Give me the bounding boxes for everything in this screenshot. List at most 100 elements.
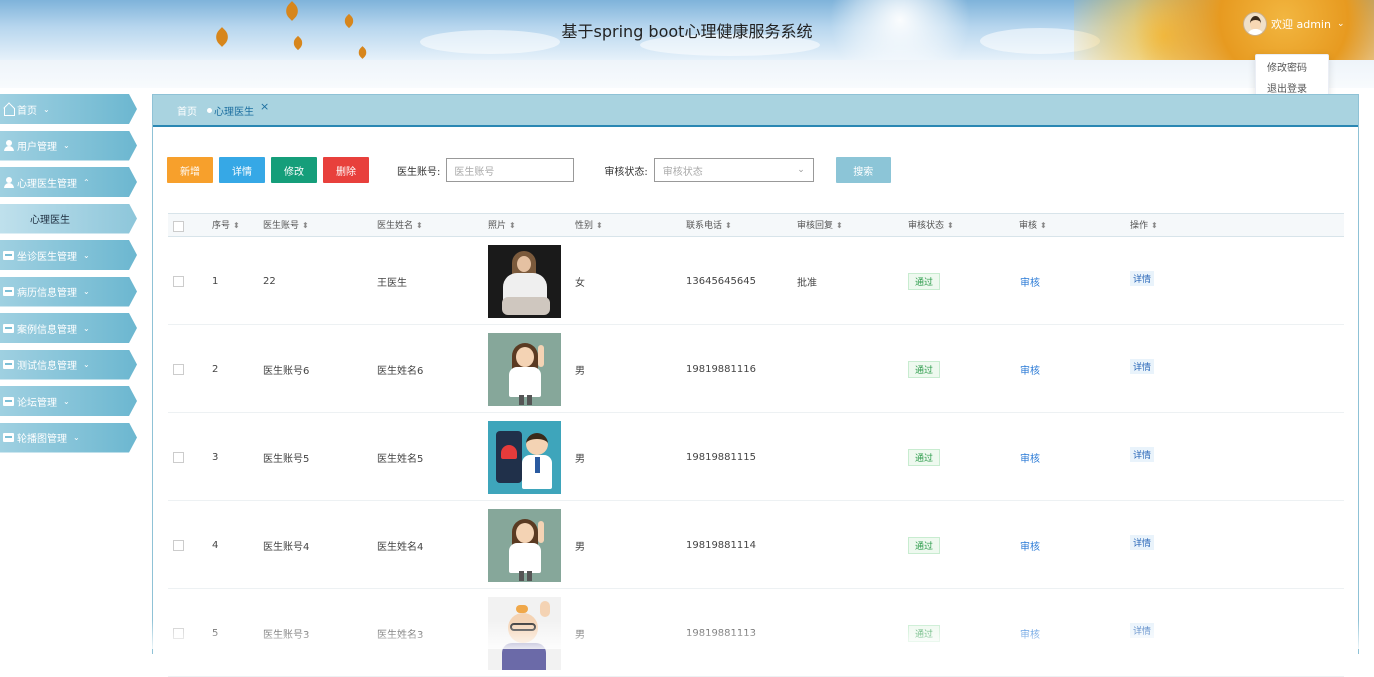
audit-link[interactable]: 审核 — [1020, 626, 1040, 641]
cell-audit: 审核 — [1020, 237, 1040, 325]
cell-action: 详情 — [1130, 501, 1155, 589]
column-header-status[interactable]: 审核状态 ⬍ — [908, 214, 954, 238]
close-icon[interactable]: × — [260, 100, 269, 113]
column-header-account[interactable]: 医生账号 ⬍ — [263, 214, 309, 238]
sidebar-item-label: 首页 — [17, 105, 37, 117]
column-header-action[interactable]: 操作 ⬍ — [1130, 214, 1158, 238]
column-header-label: 审核回复 — [797, 221, 834, 231]
row-checkbox[interactable] — [173, 275, 184, 287]
status-label: 审核状态: — [604, 166, 648, 178]
cell-photo — [488, 237, 561, 325]
column-header-reply[interactable]: 审核回复 ⬍ — [797, 214, 843, 238]
column-header-name[interactable]: 医生姓名 ⬍ — [377, 214, 423, 238]
sidebar-item-home[interactable]: 首页 ⌄ — [0, 94, 137, 124]
row-select-cell — [173, 413, 184, 501]
cell-gender: 男 — [575, 541, 585, 553]
audit-link[interactable]: 审核 — [1020, 274, 1040, 289]
block-icon — [3, 432, 15, 443]
sidebar-item-carousel-management[interactable]: 轮播图管理 ⌄ — [0, 422, 137, 453]
sidebar-item-onsite-doctor-management[interactable]: 坐诊医生管理 ⌄ — [0, 240, 137, 270]
doctor-table: 序号 ⬍ 医生账号 ⬍ 医生姓名 ⬍ 照片 ⬍ 性别 ⬍ 联系电话 ⬍ 审核回复 ⬍ 审核状态… — [168, 213, 1344, 677]
cell-no: 5 — [212, 627, 219, 639]
cell-name: 医生姓名6 — [377, 365, 424, 377]
column-header-no[interactable]: 序号 ⬍ — [212, 214, 240, 238]
tab-psych-doctor[interactable]: 心理医生 × — [207, 100, 269, 118]
audit-link[interactable]: 审核 — [1020, 362, 1040, 377]
user-avatar — [1243, 12, 1267, 36]
sidebar-subitem-psych-doctor[interactable]: 心理医生 — [0, 203, 137, 234]
cell-gender: 女 — [575, 277, 585, 289]
change-password-item[interactable]: 修改密码 — [1256, 58, 1328, 79]
status-select[interactable]: 审核状态 ⌄ — [653, 158, 814, 182]
column-header-label: 医生姓名 — [377, 221, 414, 231]
audit-link[interactable]: 审核 — [1020, 538, 1040, 553]
account-label: 医生账号: — [397, 166, 441, 178]
row-checkbox[interactable] — [173, 627, 184, 639]
cell-photo — [488, 413, 561, 501]
cell-status: 通过 — [908, 501, 941, 589]
column-header-audit[interactable]: 审核 ⬍ — [1019, 214, 1047, 238]
cell-name: 医生姓名4 — [377, 541, 424, 553]
detail-action-button[interactable]: 详情 — [1130, 270, 1155, 286]
cell-action: 详情 — [1130, 589, 1155, 677]
cell-status: 通过 — [908, 237, 941, 325]
delete-button[interactable]: 删除 — [323, 157, 369, 183]
cell-action: 详情 — [1130, 237, 1155, 325]
sidebar-item-psych-doctor-management[interactable]: 心理医生管理 ⌃ — [0, 167, 137, 197]
detail-action-button[interactable]: 详情 — [1130, 446, 1155, 462]
cell-no: 4 — [212, 539, 219, 551]
sidebar-item-case-management[interactable]: 案例信息管理 ⌄ — [0, 313, 137, 343]
cell-no: 1 — [212, 275, 219, 287]
row-checkbox[interactable] — [173, 363, 184, 375]
column-header-photo[interactable]: 照片 ⬍ — [488, 214, 516, 238]
search-button[interactable]: 搜索 — [835, 157, 891, 183]
detail-action-button[interactable]: 详情 — [1130, 534, 1155, 550]
chevron-down-icon: ⌄ — [83, 323, 90, 333]
column-header-label: 医生账号 — [263, 221, 300, 231]
cartoon-female-doctor — [488, 332, 561, 406]
row-checkbox[interactable] — [173, 539, 184, 551]
photo-part — [538, 344, 544, 367]
block-icon — [3, 323, 15, 334]
sort-icon: ⬍ — [416, 220, 423, 230]
leaf-decoration — [356, 46, 369, 59]
column-header-label: 操作 — [1130, 221, 1149, 231]
edit-button[interactable]: 修改 — [271, 157, 317, 183]
photo-part — [516, 604, 528, 613]
table-row: 4 医生账号4 医生姓名4 男 19819881114 通过 审核 详情 — [168, 501, 1344, 589]
cell-phone: 19819881113 — [686, 627, 756, 639]
user-menu-trigger[interactable]: 欢迎 admin ⌄ — [1243, 12, 1345, 36]
sidebar-item-label: 用户管理 — [17, 142, 57, 153]
cell-account: 医生账号3 — [263, 629, 310, 641]
account-input[interactable]: 医生账号 — [446, 158, 575, 182]
audit-link[interactable]: 审核 — [1020, 450, 1040, 465]
sidebar-item-label: 坐诊医生管理 — [17, 251, 77, 263]
detail-action-button[interactable]: 详情 — [1130, 358, 1155, 374]
block-icon — [3, 359, 15, 370]
cartoon-old-doctor — [488, 596, 561, 670]
column-header-gender[interactable]: 性别 ⬍ — [575, 214, 603, 238]
detail-action-button[interactable]: 详情 — [1130, 622, 1155, 638]
add-button[interactable]: 新增 — [167, 157, 213, 183]
cell-audit: 审核 — [1020, 501, 1040, 589]
chevron-down-icon: ⌄ — [63, 396, 70, 406]
photo-part — [502, 296, 550, 315]
sidebar-item-medical-record-management[interactable]: 病历信息管理 ⌄ — [0, 276, 137, 307]
row-checkbox[interactable] — [173, 451, 184, 463]
tab-home[interactable]: 首页 — [177, 103, 197, 118]
status-badge: 通过 — [908, 360, 941, 378]
cell-name: 医生姓名3 — [377, 629, 424, 641]
table-row: 2 医生账号6 医生姓名6 男 19819881116 通过 审核 详情 — [168, 325, 1344, 413]
photo-part — [519, 394, 524, 405]
user-icon — [3, 176, 15, 188]
header-subband — [0, 60, 1374, 88]
select-all-checkbox[interactable] — [173, 220, 184, 232]
cartoon-doctor-phone — [488, 420, 561, 494]
detail-button[interactable]: 详情 — [219, 157, 265, 183]
sidebar-item-forum-management[interactable]: 论坛管理 ⌄ — [0, 386, 137, 416]
cell-action: 详情 — [1130, 325, 1155, 413]
sidebar-item-user-management[interactable]: 用户管理 ⌄ — [0, 130, 137, 161]
sidebar-item-test-management[interactable]: 测试信息管理 ⌄ — [0, 349, 137, 380]
status-badge: 通过 — [908, 448, 941, 466]
column-header-phone[interactable]: 联系电话 ⬍ — [686, 214, 732, 238]
